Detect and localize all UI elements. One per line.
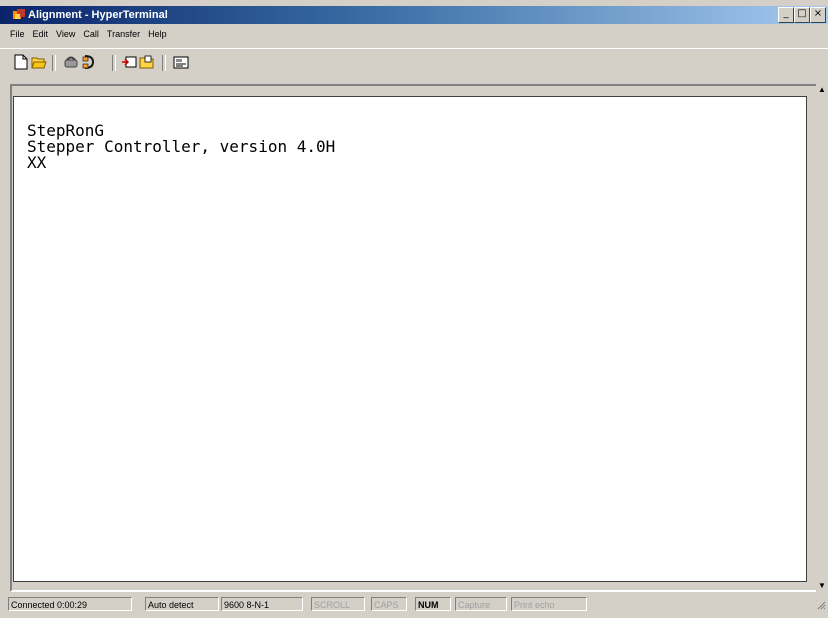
connect-icon (82, 55, 95, 69)
hyperterminal-window: Alignment - HyperTerminal _ □ × File Edi… (0, 0, 828, 618)
status-scroll: SCROLL (311, 597, 365, 611)
new-icon (14, 54, 28, 70)
scroll-up-icon[interactable]: ▲ (817, 84, 827, 96)
send-button[interactable] (120, 53, 138, 71)
call-button[interactable] (80, 53, 98, 71)
status-connected: Connected 0:00:29 (8, 597, 132, 611)
properties-button[interactable] (172, 53, 190, 71)
menu-bar: File Edit View Call Transfer Help (0, 26, 828, 42)
status-bar: Connected 0:00:29 Auto detect 9600 8-N-1… (0, 596, 828, 616)
window-title: Alignment - HyperTerminal (28, 9, 168, 21)
disconnect-button[interactable] (62, 53, 80, 71)
menu-view[interactable]: View (56, 29, 75, 39)
new-connection-button[interactable] (12, 53, 30, 71)
receive-icon (139, 55, 154, 69)
disconnect-icon (64, 56, 78, 68)
vertical-scrollbar[interactable]: ▲ ▼ (816, 84, 828, 592)
toolbar (0, 48, 828, 73)
status-num: NUM (415, 597, 451, 611)
menu-edit[interactable]: Edit (33, 29, 49, 39)
status-print-echo: Print echo (511, 597, 587, 611)
minimize-button[interactable]: _ (778, 7, 794, 23)
status-caps: CAPS (371, 597, 407, 611)
toolbar-group-properties (172, 53, 190, 71)
status-settings: 9600 8-N-1 (221, 597, 303, 611)
close-button[interactable]: × (810, 7, 826, 23)
menu-help[interactable]: Help (148, 29, 167, 39)
resize-grip-icon[interactable] (816, 600, 826, 610)
receive-button[interactable] (138, 53, 156, 71)
title-bar[interactable]: Alignment - HyperTerminal _ □ × (0, 6, 828, 24)
terminal-screen[interactable]: StepRonG Stepper Controller, version 4.0… (13, 96, 807, 582)
maximize-button[interactable]: □ (794, 7, 810, 23)
toolbar-separator (112, 55, 116, 71)
open-button[interactable] (30, 53, 48, 71)
menu-call[interactable]: Call (83, 29, 99, 39)
send-icon (122, 56, 137, 68)
status-detect: Auto detect (145, 597, 219, 611)
menu-transfer[interactable]: Transfer (107, 29, 140, 39)
properties-icon (173, 56, 189, 69)
terminal-line: Stepper Controller, version 4.0H (27, 137, 336, 156)
hyperterminal-icon (13, 9, 25, 19)
toolbar-group-transfer (120, 53, 156, 71)
open-icon (31, 57, 47, 69)
window-controls: _ □ × (778, 7, 826, 23)
toolbar-group-call (62, 53, 98, 71)
status-capture: Capture (455, 597, 507, 611)
toolbar-separator (162, 55, 166, 71)
menu-file[interactable]: File (10, 29, 25, 39)
toolbar-separator (52, 55, 56, 71)
terminal-line: XX (27, 153, 47, 172)
scroll-down-icon[interactable]: ▼ (817, 580, 827, 592)
toolbar-group-file (12, 53, 48, 71)
